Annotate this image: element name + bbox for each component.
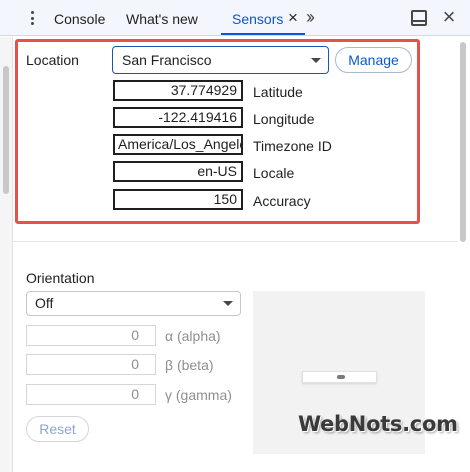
devtools-tab-bar: Console What's new Sensors × ›› × [0,0,470,36]
kebab-menu-icon[interactable] [24,9,40,27]
chevron-double-right-icon[interactable]: ›› [306,7,315,27]
watermark: WebNots.com [298,412,458,436]
gamma-label: γ (gamma) [165,387,232,403]
panel-scrollbar-thumb[interactable] [460,42,466,242]
gamma-input[interactable]: 0 [26,384,156,405]
panel-left-border [12,37,13,472]
outer-scrollbar-thumb[interactable] [3,66,9,194]
device-speaker [337,375,345,379]
beta-label: β (beta) [165,357,214,373]
reset-button[interactable]: Reset [26,416,89,442]
alpha-input[interactable]: 0 [26,325,156,346]
dock-side-icon[interactable] [411,10,427,26]
orientation-select[interactable]: Off [26,291,241,316]
close-icon[interactable]: × [439,6,459,28]
device-model[interactable] [302,371,377,383]
tab-console[interactable]: Console [54,0,105,36]
orientation-label: Orientation [26,270,95,286]
beta-input[interactable]: 0 [26,354,156,375]
tab-whats-new[interactable]: What's new [126,0,198,36]
section-divider [12,241,457,242]
highlight-box [15,39,420,224]
chevron-down-icon [223,301,233,306]
close-icon[interactable]: × [286,9,300,26]
alpha-label: α (alpha) [165,328,221,344]
